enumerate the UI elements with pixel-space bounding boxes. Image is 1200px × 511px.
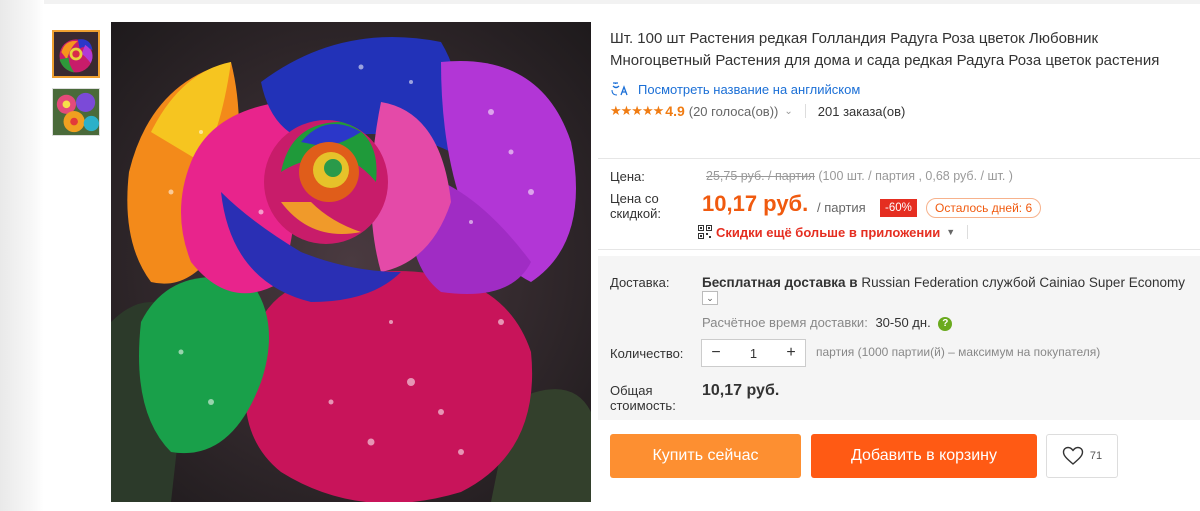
quantity-note: партия (1000 партии(й) – максимум на пок… xyxy=(816,345,1101,359)
total-price: 10,17 руб. xyxy=(702,382,780,399)
wishlist-count: 71 xyxy=(1089,450,1103,462)
rating-value: 4.9 xyxy=(665,103,685,119)
quantity-input[interactable]: 1 xyxy=(730,346,777,361)
quantity-label: Количество: xyxy=(610,346,684,361)
wishlist-button[interactable]: 71 xyxy=(1046,434,1118,478)
thumbnail-list xyxy=(52,30,102,146)
old-price: 25,75 руб. / партия (100 шт. / партия , … xyxy=(706,169,1013,183)
thumbnail-1[interactable] xyxy=(52,30,100,78)
delivery-label: Доставка: xyxy=(610,275,670,290)
quantity-plus-button[interactable]: + xyxy=(777,340,805,366)
total-label: Общая стоимость: xyxy=(610,383,676,413)
heart-icon xyxy=(1062,446,1084,465)
buy-now-button[interactable]: Купить сейчас xyxy=(610,434,801,478)
delivery-time-value: 30-50 дн. xyxy=(875,315,931,330)
rating-stars: ★★★★★ xyxy=(610,103,664,118)
quantity-minus-button[interactable]: − xyxy=(702,340,730,366)
translate-link-row[interactable]: Посмотреть название на английском xyxy=(610,80,1190,98)
top-edge xyxy=(44,0,1200,4)
rose-thumbnail-image xyxy=(54,32,98,76)
orders-count: 201 заказа(ов) xyxy=(817,103,906,119)
old-price-value: 25,75 руб. / партия xyxy=(706,169,815,183)
chevron-down-icon[interactable]: ⌄ xyxy=(784,106,792,117)
main-product-image[interactable] xyxy=(111,22,591,502)
quantity-stepper[interactable]: − 1 + xyxy=(701,339,806,367)
divider xyxy=(804,104,806,118)
product-info: Шт. 100 шт Растения редкая Голландия Рад… xyxy=(610,28,1190,120)
delivery-destination: Russian Federation службой Cainiao Super… xyxy=(861,275,1185,290)
delivery-time-label: Расчётное время доставки: xyxy=(702,315,868,330)
app-discount-row[interactable]: Скидки ещё больше в приложении ▼ xyxy=(698,223,969,241)
delivery-section: Доставка: Бесплатная доставка в Russian … xyxy=(598,256,1200,420)
discount-price-label: Цена со скидкой: xyxy=(610,191,661,221)
help-icon[interactable]: ? xyxy=(938,316,953,331)
caret-down-icon[interactable]: ▼ xyxy=(946,227,955,237)
thumbnail-2[interactable] xyxy=(52,88,100,136)
per-lot-label: / партия xyxy=(817,200,866,215)
rainbow-rose-image xyxy=(111,22,591,502)
discount-badge: -60% xyxy=(880,199,917,217)
rose-bouquet-thumbnail-image xyxy=(53,89,99,135)
delivery-free-text: Бесплатная доставка в xyxy=(702,275,858,290)
product-title: Шт. 100 шт Растения редкая Голландия Рад… xyxy=(610,30,1160,69)
app-discount-text[interactable]: Скидки ещё больше в приложении xyxy=(716,225,940,240)
old-price-detail: (100 шт. / партия , 0,68 руб. / шт. ) xyxy=(818,169,1013,183)
add-to-cart-button[interactable]: Добавить в корзину xyxy=(811,434,1037,478)
days-left-badge: Осталось дней: 6 xyxy=(926,198,1042,218)
delivery-options-chevron-icon[interactable]: ⌄ xyxy=(702,291,718,305)
qr-code-icon xyxy=(698,225,712,239)
rating-row: ★★★★★ 4.9 (20 голоса(ов)) ⌄ 201 заказа(о… xyxy=(610,102,1190,120)
price-label: Цена: xyxy=(610,169,645,184)
delivery-method[interactable]: Бесплатная доставка в Russian Federation… xyxy=(702,275,1185,290)
votes-count[interactable]: (20 голоса(ов)) xyxy=(689,104,779,119)
product-page: Шт. 100 шт Растения редкая Голландия Рад… xyxy=(0,0,1200,511)
translate-icon xyxy=(611,82,628,96)
delivery-time: Расчётное время доставки: 30-50 дн. ? xyxy=(702,315,953,331)
divider xyxy=(967,225,969,239)
price-section: Цена: 25,75 руб. / партия (100 шт. / пар… xyxy=(598,158,1200,250)
discount-price: 10,17 руб. xyxy=(702,191,809,216)
translate-link[interactable]: Посмотреть название на английском xyxy=(638,82,860,97)
page-left-edge xyxy=(0,0,44,511)
